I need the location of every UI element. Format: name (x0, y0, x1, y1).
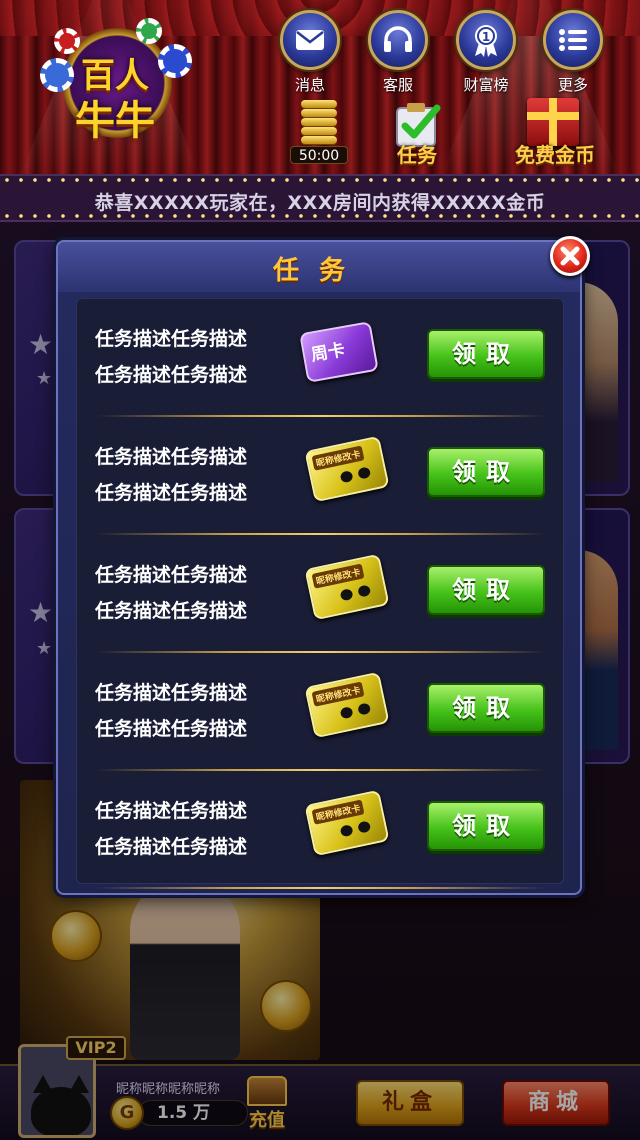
claim-button[interactable]: 领取 (427, 683, 545, 733)
free-coins-label: 免费金币 (515, 143, 595, 167)
task-row: 任务描述任务描述 任务描述任务描述 昵称修改卡 领取 (77, 417, 565, 535)
rename-card-reward-icon: 昵称修改卡 (304, 671, 390, 739)
task-description: 任务描述任务描述 任务描述任务描述 (95, 793, 285, 865)
bonus-timer[interactable]: 50:00 (284, 100, 354, 166)
task-description: 任务描述任务描述 任务描述任务描述 (95, 439, 285, 511)
task-description-line: 任务描述任务描述 (95, 564, 248, 586)
task-list: 任务描述任务描述 任务描述任务描述 周卡 领取 任务描述任务描述 任务描述任务描… (76, 298, 565, 889)
logo-text-bottom: 牛牛 (75, 98, 155, 144)
task-description-line: 任务描述任务描述 (95, 446, 248, 468)
claim-button[interactable]: 领取 (427, 565, 545, 615)
announcement-text: 恭喜XXXXX玩家在，XXX房间内获得XXXXX金币 (94, 192, 546, 214)
sunglasses-icon (340, 584, 372, 602)
sunglasses-icon (340, 466, 372, 484)
weekly-card-reward-icon: 周卡 (299, 321, 379, 383)
rank-medal-icon: 1 (475, 25, 497, 57)
timer-countdown: 50:00 (290, 146, 348, 164)
task-header-label: 任务 (397, 143, 437, 167)
svg-text:1: 1 (482, 30, 490, 44)
rename-card-tag: 昵称修改卡 (311, 799, 365, 825)
claim-button[interactable]: 领取 (427, 329, 545, 379)
row-divider (97, 887, 545, 889)
task-description-line: 任务描述任务描述 (95, 482, 248, 504)
task-description-line: 任务描述任务描述 (95, 682, 248, 704)
wealth-rank-label: 财富榜 (463, 76, 509, 94)
task-description-line: 任务描述任务描述 (95, 718, 248, 740)
mail-icon (296, 30, 324, 50)
task-description: 任务描述任务描述 任务描述任务描述 (95, 557, 285, 629)
task-row: 任务描述任务描述 任务描述任务描述 昵称修改卡 领取 (77, 653, 565, 771)
wealth-rank-button[interactable]: 1 财富榜 (453, 10, 519, 100)
claim-button[interactable]: 领取 (427, 801, 545, 851)
chip-icon (136, 18, 162, 44)
messages-label: 消息 (294, 76, 325, 94)
dialog-title: 任务 (272, 256, 365, 286)
task-row: 任务描述任务描述 任务描述任务描述 昵称修改卡 领取 (77, 535, 565, 653)
task-description: 任务描述任务描述 任务描述任务描述 (95, 675, 285, 747)
rename-card-tag: 昵称修改卡 (311, 563, 365, 589)
claim-button[interactable]: 领取 (427, 447, 545, 497)
list-icon (559, 29, 587, 51)
sunglasses-icon (340, 702, 372, 720)
task-row: 任务描述任务描述 任务描述任务描述 昵称修改卡 领取 (77, 771, 565, 889)
task-description-line: 任务描述任务描述 (95, 800, 248, 822)
rename-card-reward-icon: 昵称修改卡 (304, 435, 390, 503)
task-header-button[interactable]: 任务 (382, 100, 452, 170)
free-coins-button[interactable]: 免费金币 (505, 94, 605, 170)
task-description-line: 任务描述任务描述 (95, 600, 248, 622)
customer-service-button[interactable]: 客服 (365, 10, 431, 100)
rename-card-tag: 昵称修改卡 (311, 681, 365, 707)
rename-card-reward-icon: 昵称修改卡 (304, 789, 390, 857)
more-button[interactable]: 更多 (540, 10, 606, 100)
task-description: 任务描述任务描述 任务描述任务描述 (95, 321, 285, 393)
task-dialog: 任务 任务描述任务描述 任务描述任务描述 周卡 领取 任务描述任务描述 任务描述… (56, 240, 582, 895)
top-header: 百人 牛牛 消息 客服 1 财富榜 更多 50:00 任务 免费金币 (0, 0, 640, 175)
rename-card-tag: 昵称修改卡 (311, 445, 365, 471)
task-row: 任务描述任务描述 任务描述任务描述 周卡 领取 (77, 299, 565, 417)
task-description-line: 任务描述任务描述 (95, 364, 248, 386)
headset-icon (384, 26, 412, 52)
customer-service-label: 客服 (382, 76, 413, 94)
gold-bars-icon (295, 100, 343, 144)
close-icon (560, 246, 580, 266)
close-dialog-button[interactable] (550, 236, 590, 276)
more-label: 更多 (557, 76, 588, 94)
announcement-marquee: 恭喜XXXXX玩家在，XXX房间内获得XXXXX金币 (0, 174, 640, 222)
rename-card-reward-icon: 昵称修改卡 (304, 553, 390, 621)
sunglasses-icon (340, 820, 372, 838)
task-description-line: 任务描述任务描述 (95, 836, 248, 858)
game-logo: 百人 牛牛 (40, 18, 192, 148)
task-description-line: 任务描述任务描述 (95, 328, 248, 350)
messages-button[interactable]: 消息 (277, 10, 343, 100)
